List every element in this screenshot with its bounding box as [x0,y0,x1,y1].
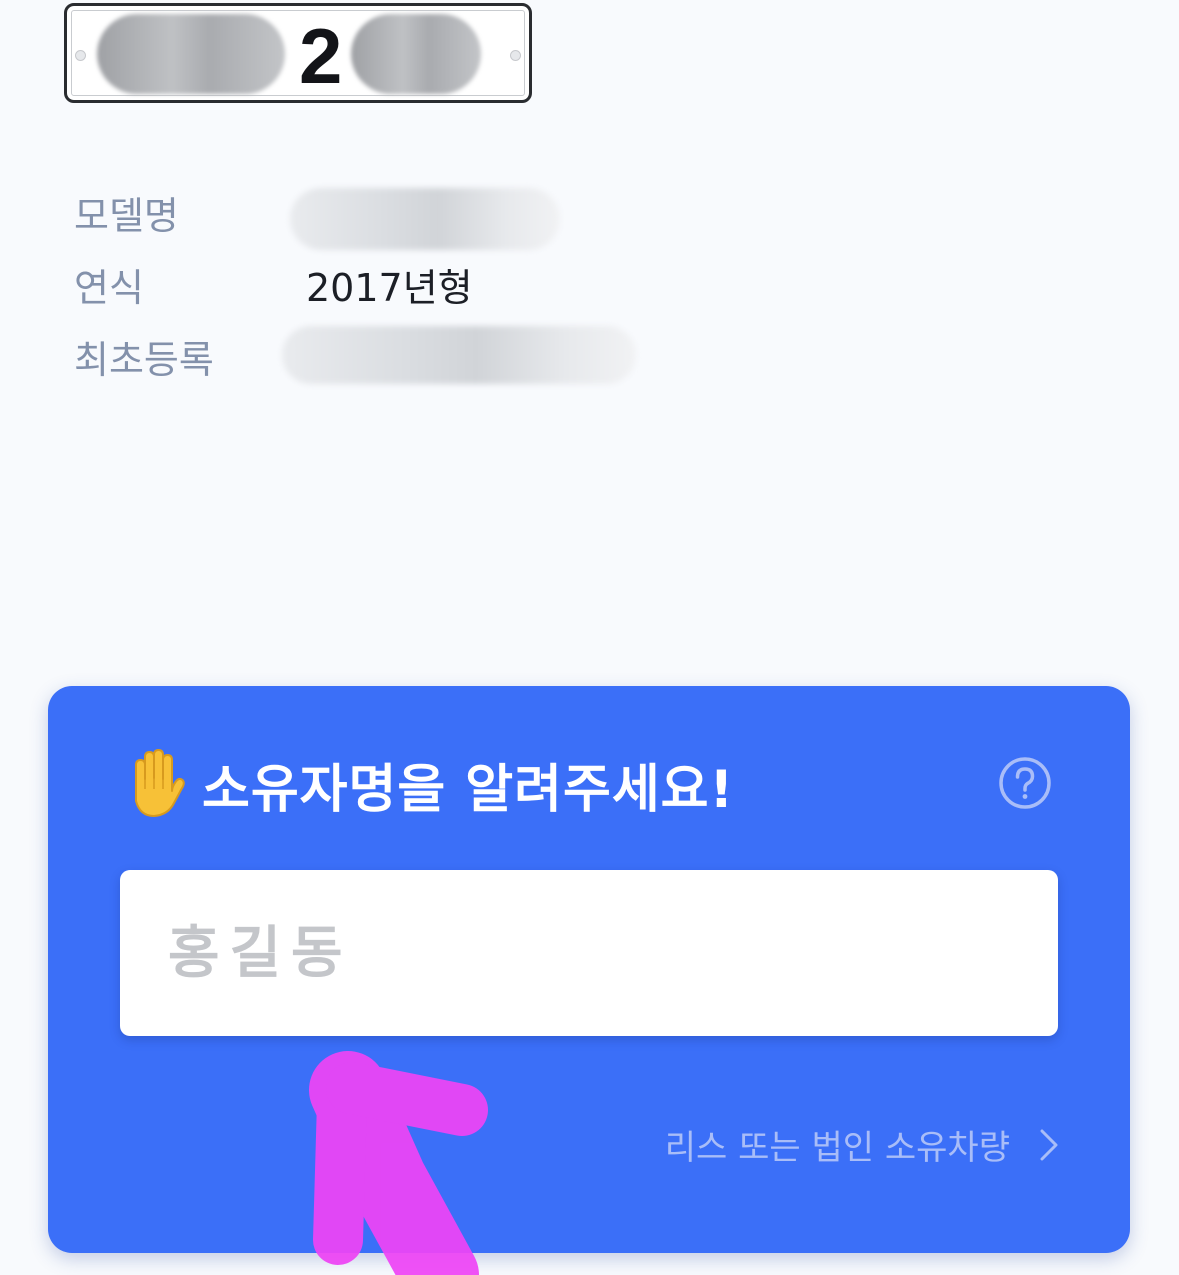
lease-corporate-vehicle-link[interactable]: 리스 또는 법인 소유차량 [665,1120,1060,1169]
raised-hand-icon [135,749,185,817]
registration-label: 최초등록 [74,337,214,382]
registration-value-redaction [282,326,636,384]
plate-redaction [351,14,481,94]
card-title: 소유자명을 알려주세요! [202,759,735,820]
info-row-registration: 최초등록 [74,326,306,386]
help-question-icon[interactable] [998,756,1052,810]
chevron-right-icon [1040,1129,1058,1160]
plate-number: 2 [299,12,343,100]
license-plate: 2 [64,3,532,103]
model-label: 모델명 [74,193,179,238]
lease-link-label: 리스 또는 법인 소유차량 [664,1128,1010,1168]
owner-name-field[interactable] [120,870,1058,1036]
card-header: 소유자명을 알려주세요! [122,746,734,822]
model-value-redaction [290,188,560,250]
year-label: 연식 [74,265,144,310]
plate-redaction [97,14,285,94]
plate-bolt [510,50,521,61]
owner-name-card: 소유자명을 알려주세요! 리스 또는 법인 소유차량 [48,686,1130,1253]
owner-name-input[interactable] [120,870,1058,1036]
year-value: 2017년형 [306,265,473,310]
info-row-year: 연식 2017년형 [74,254,473,314]
info-row-model: 모델명 [74,182,306,242]
plate-bolt [75,50,86,61]
